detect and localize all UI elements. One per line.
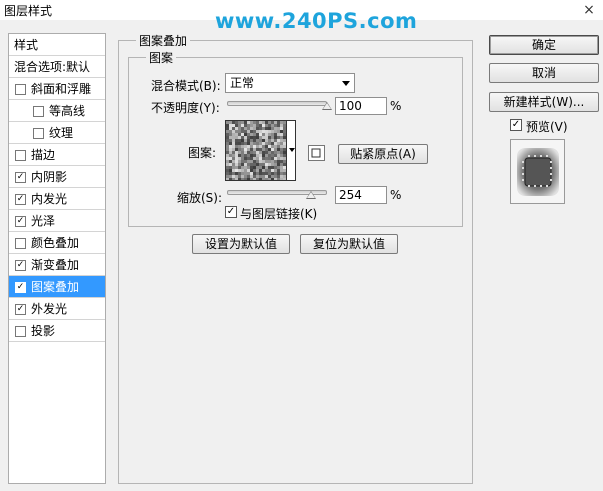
new-preset-icon[interactable] xyxy=(308,145,325,161)
style-item[interactable]: 纹理 xyxy=(9,122,105,144)
styles-list: 样式 混合选项:默认 斜面和浮雕等高线纹理描边 ✓ 内阴影 ✓ 内发光 ✓ 光泽颜色叠加 ✓ 渐… xyxy=(8,33,106,484)
pattern-swatch[interactable] xyxy=(225,120,287,181)
style-item[interactable]: 等高线 xyxy=(9,100,105,122)
scale-slider-thumb[interactable] xyxy=(306,191,316,199)
style-preview-thumbnail xyxy=(517,148,559,196)
check-icon: ✓ xyxy=(226,206,236,217)
pattern-picker-button[interactable] xyxy=(287,120,296,181)
style-item[interactable]: ✓ 外发光 xyxy=(9,298,105,320)
blending-options-item[interactable]: 混合选项:默认 xyxy=(9,56,105,78)
opacity-unit: % xyxy=(390,99,402,113)
scale-unit: % xyxy=(390,188,402,202)
style-item[interactable]: ✓ 光泽 xyxy=(9,210,105,232)
reset-default-button[interactable]: 复位为默认值 xyxy=(300,234,398,254)
cancel-button[interactable]: 取消 xyxy=(489,63,599,83)
style-item-checkbox[interactable]: ✓ xyxy=(15,172,26,183)
close-icon[interactable]: × xyxy=(575,0,603,20)
pattern-subgroup-title: 图案 xyxy=(146,49,177,66)
opacity-slider-thumb[interactable] xyxy=(322,102,332,110)
pattern-overlay-title: 图案叠加 xyxy=(136,32,191,49)
preview-label: 预览(V) xyxy=(526,120,568,134)
style-item[interactable]: 投影 xyxy=(9,320,105,342)
link-with-layer-checkbox[interactable]: ✓ xyxy=(225,206,237,218)
opacity-slider-track[interactable] xyxy=(227,101,327,106)
style-item-label: 图案叠加 xyxy=(31,280,80,294)
style-item-checkbox[interactable]: ✓ xyxy=(15,304,26,315)
style-item-label: 投影 xyxy=(31,324,56,338)
style-item-checkbox[interactable]: ✓ xyxy=(15,216,26,227)
make-default-button[interactable]: 设置为默认值 xyxy=(192,234,290,254)
style-item-label: 内阴影 xyxy=(31,170,68,184)
style-item-checkbox[interactable]: ✓ xyxy=(15,260,26,271)
style-item-label: 颜色叠加 xyxy=(31,236,80,250)
style-item-checkbox[interactable] xyxy=(33,128,44,139)
style-item-label: 渐变叠加 xyxy=(31,258,80,272)
style-item-checkbox[interactable] xyxy=(15,238,26,249)
style-item-checkbox[interactable] xyxy=(15,326,26,337)
chevron-down-icon xyxy=(342,81,350,86)
new-style-button[interactable]: 新建样式(W)... xyxy=(489,92,599,112)
style-item-checkbox[interactable] xyxy=(15,150,26,161)
style-item-label: 纹理 xyxy=(49,126,74,140)
style-item[interactable]: ✓ 内阴影 xyxy=(9,166,105,188)
style-item-checkbox[interactable] xyxy=(33,106,44,117)
style-item-label: 光泽 xyxy=(31,214,56,228)
style-item[interactable]: ✓ 内发光 xyxy=(9,188,105,210)
style-item-label: 描边 xyxy=(31,148,56,162)
check-icon: ✓ xyxy=(511,119,521,130)
style-item[interactable]: 斜面和浮雕 xyxy=(9,78,105,100)
preview-checkbox[interactable]: ✓ xyxy=(510,119,522,131)
style-item-label: 等高线 xyxy=(49,104,86,118)
page-icon xyxy=(311,148,321,158)
scale-input[interactable]: 254 xyxy=(335,186,387,204)
blend-mode-label: 混合模式(B): xyxy=(151,79,221,93)
style-item-checkbox[interactable] xyxy=(15,84,26,95)
link-with-layer-label: 与图层链接(K) xyxy=(240,207,318,221)
style-item[interactable]: 描边 xyxy=(9,144,105,166)
styles-header[interactable]: 样式 xyxy=(9,34,105,56)
style-item[interactable]: 颜色叠加 xyxy=(9,232,105,254)
chevron-down-icon xyxy=(289,148,295,152)
opacity-label: 不透明度(Y): xyxy=(151,101,220,115)
opacity-input[interactable]: 100 xyxy=(335,97,387,115)
style-item-label: 外发光 xyxy=(31,302,68,316)
style-item-label: 内发光 xyxy=(31,192,68,206)
ok-button[interactable]: 确定 xyxy=(489,35,599,55)
pattern-texture xyxy=(226,121,286,180)
style-item-checkbox[interactable]: ✓ xyxy=(15,194,26,205)
style-item[interactable]: ✓ 图案叠加 xyxy=(9,276,105,298)
watermark-text: www.240PS.com xyxy=(215,9,418,33)
style-item-checkbox[interactable]: ✓ xyxy=(15,282,26,293)
style-item-label: 斜面和浮雕 xyxy=(31,82,92,96)
pattern-label: 图案: xyxy=(188,146,217,160)
window-title: 图层样式 xyxy=(4,4,53,18)
blend-mode-value: 正常 xyxy=(230,76,255,90)
snap-to-origin-button[interactable]: 贴紧原点(A) xyxy=(338,144,428,164)
style-item[interactable]: ✓ 渐变叠加 xyxy=(9,254,105,276)
scale-label: 缩放(S): xyxy=(177,191,223,205)
blend-mode-select[interactable]: 正常 xyxy=(225,73,355,93)
